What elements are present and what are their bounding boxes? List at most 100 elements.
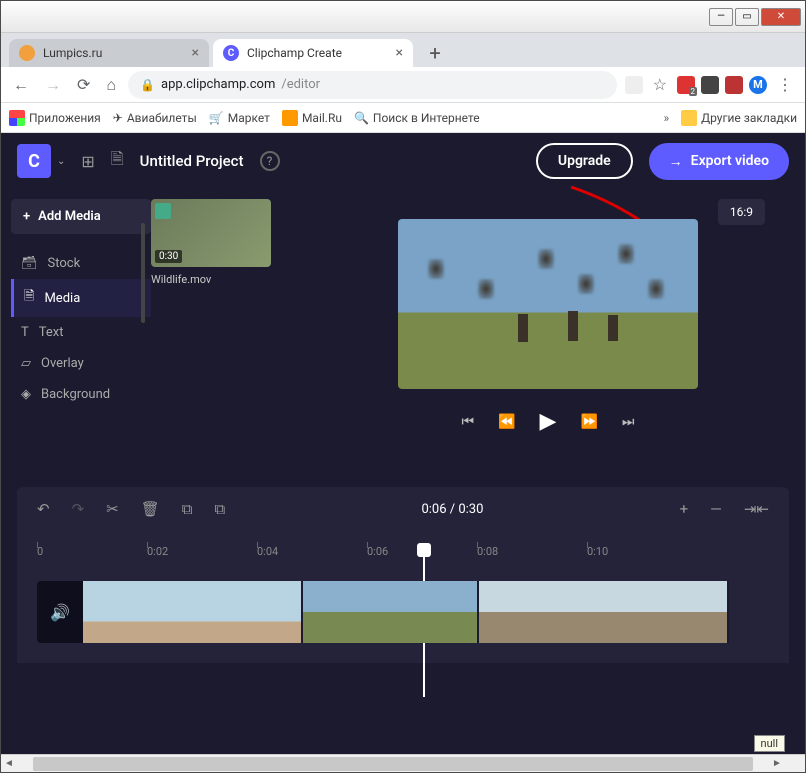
ruler-tick: 0:06 (367, 545, 388, 558)
chevron-down-icon[interactable]: ⌄ (57, 156, 65, 167)
skip-end-button[interactable]: ⏭ (622, 414, 635, 430)
extension-icon[interactable] (725, 76, 743, 94)
document-icon[interactable]: 🗎 (111, 148, 124, 175)
bookmark-star-icon[interactable]: ☆ (649, 71, 671, 98)
new-tab-button[interactable]: + (421, 39, 449, 67)
add-to-timeline-icon[interactable] (155, 203, 171, 219)
help-icon[interactable]: ? (260, 151, 280, 171)
nav-home-button[interactable]: ⌂ (102, 71, 120, 99)
timeline-clip[interactable] (479, 581, 729, 643)
search-icon: 🔍 (354, 111, 369, 125)
url-host: app.clipchamp.com (161, 77, 275, 92)
export-video-button[interactable]: →Export video (649, 143, 789, 180)
nav-back-button[interactable]: ← (9, 71, 33, 99)
lock-icon: 🔒 (140, 78, 155, 92)
fast-forward-button[interactable]: ⏩ (580, 414, 597, 430)
track-audio-toggle[interactable]: 🔊 (37, 581, 83, 643)
bookmarks-overflow[interactable]: » (663, 111, 669, 125)
favicon-icon: C (223, 45, 239, 61)
timeline-clip[interactable] (83, 581, 303, 643)
timeline-toolbar: ↶ ↷ ✂ 🗑 ⧉ ⧉ 0:06 / 0:30 + — ⇥⇤ (17, 487, 789, 531)
tab-close-button[interactable]: × (192, 45, 199, 61)
horizontal-scrollbar[interactable]: ◄ ► (1, 754, 805, 772)
rewind-button[interactable]: ⏪ (498, 414, 515, 430)
bookmark-avia[interactable]: ✈Авиабилеты (113, 111, 197, 125)
skip-start-button[interactable]: ⏮ (461, 414, 474, 430)
split-button[interactable]: ✂ (106, 500, 119, 518)
plane-icon: ✈ (113, 111, 123, 125)
media-thumbnail[interactable]: 0:30 (151, 199, 271, 267)
browser-tab-clipchamp[interactable]: C Clipchamp Create × (213, 39, 413, 67)
profile-avatar[interactable]: M (749, 76, 767, 94)
bookmark-mail[interactable]: Mail.Ru (282, 110, 342, 126)
scrollbar-thumb[interactable] (33, 757, 753, 771)
undo-button[interactable]: ↶ (37, 500, 50, 518)
preview-area: 16:9 ⏮ ⏪ ▶ ⏩ ⏭ (291, 189, 805, 459)
sidebar: +Add Media 🗃Stock 🗎Media TText ▱Overlay … (1, 189, 151, 459)
bookmark-label: Поиск в Интернете (373, 111, 480, 125)
upgrade-button[interactable]: Upgrade (536, 143, 633, 179)
adblock-icon[interactable]: 2 (677, 76, 695, 94)
fit-button[interactable]: ⇥⇤ (744, 500, 769, 518)
tab-title: Clipchamp Create (247, 46, 342, 60)
logo-letter: C (28, 151, 40, 172)
bookmark-other[interactable]: Другие закладки (681, 110, 797, 126)
redo-button[interactable]: ↷ (72, 500, 85, 518)
playhead[interactable] (417, 543, 431, 557)
window-minimize-button[interactable]: — (709, 8, 733, 26)
nav-reload-button[interactable]: ⟳ (73, 71, 94, 98)
bookmark-market[interactable]: 🛒Маркет (209, 111, 270, 125)
tab-close-button[interactable]: × (396, 45, 403, 61)
sidebar-item-label: Media (44, 291, 80, 306)
tab-title: Lumpics.ru (43, 46, 102, 60)
timeline[interactable]: 0 0:02 0:04 0:06 0:08 0:10 🔊 (17, 531, 789, 663)
app-logo[interactable]: C (17, 144, 51, 178)
timeline-clip[interactable] (303, 581, 479, 643)
project-title[interactable]: Untitled Project (140, 152, 244, 170)
window-maximize-button[interactable]: ▭ (735, 8, 759, 26)
media-filename: Wildlife.mov (151, 273, 291, 286)
paste-button[interactable]: ⧉ (215, 500, 226, 518)
copy-button[interactable]: ⧉ (182, 500, 193, 518)
arrow-right-icon: → (669, 153, 683, 170)
sidebar-scrollbar[interactable] (141, 223, 145, 323)
video-preview[interactable] (398, 219, 698, 389)
sidebar-item-media[interactable]: 🗎 Media (11, 279, 151, 317)
sidebar-item-label: Stock (48, 256, 81, 271)
sidebar-item-label: Text (39, 325, 64, 340)
address-bar[interactable]: 🔒 app.clipchamp.com/editor (128, 71, 617, 99)
sidebar-item-text[interactable]: TText (11, 317, 151, 348)
speaker-icon: 🔊 (50, 603, 70, 622)
sidebar-item-label: Background (41, 387, 110, 402)
folder-icon (681, 110, 697, 126)
timeline-ruler[interactable]: 0 0:02 0:04 0:06 0:08 0:10 (37, 539, 769, 563)
add-media-button[interactable]: + Add Media (11, 199, 151, 234)
bookmark-search[interactable]: 🔍 Поиск в Интернете (354, 111, 480, 125)
browser-tabs: Lumpics.ru × C Clipchamp Create × + (1, 33, 805, 67)
add-media-label: Add Media (38, 209, 101, 224)
bookmark-apps[interactable]: Приложения (9, 110, 101, 126)
aspect-ratio-button[interactable]: 16:9 (718, 199, 765, 225)
scroll-left-arrow[interactable]: ◄ (1, 758, 17, 769)
nav-forward-button[interactable]: → (41, 71, 65, 99)
sidebar-item-background[interactable]: ◈Background (11, 379, 151, 410)
extension-icon[interactable] (701, 76, 719, 94)
play-button[interactable]: ▶ (540, 409, 557, 434)
scroll-right-arrow[interactable]: ► (769, 758, 785, 769)
plus-icon: + (23, 209, 30, 224)
ruler-tick: 0:02 (147, 545, 168, 558)
video-library-icon[interactable]: ⊞ (81, 152, 94, 171)
delete-button[interactable]: 🗑 (141, 500, 160, 518)
media-icon: 🗎 (24, 287, 34, 309)
zoom-in-button[interactable]: + (680, 500, 689, 518)
url-path: /editor (281, 77, 320, 92)
translate-icon[interactable] (625, 76, 643, 94)
timeline-track[interactable]: 🔊 (37, 581, 769, 643)
sidebar-item-stock[interactable]: 🗃Stock (11, 248, 151, 279)
bookmark-label: Другие закладки (701, 111, 797, 125)
sidebar-item-overlay[interactable]: ▱Overlay (11, 348, 151, 379)
zoom-out-button[interactable]: — (710, 500, 722, 518)
window-close-button[interactable]: ✕ (761, 8, 801, 26)
menu-icon[interactable]: ⋮ (773, 71, 797, 98)
browser-tab-lumpics[interactable]: Lumpics.ru × (9, 39, 209, 67)
